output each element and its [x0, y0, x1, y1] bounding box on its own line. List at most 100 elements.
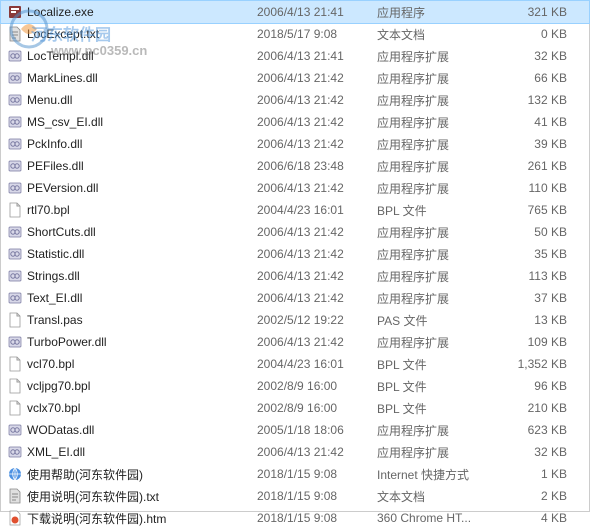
file-type: 应用程序扩展	[377, 246, 492, 263]
file-date: 2006/6/18 23:48	[257, 159, 377, 173]
file-type: 应用程序扩展	[377, 268, 492, 285]
file-size: 132 KB	[492, 93, 575, 107]
file-name: vcl70.bpl	[27, 357, 257, 371]
file-name: LocExcept.txt	[27, 27, 257, 41]
file-size: 32 KB	[492, 49, 575, 63]
file-row[interactable]: MarkLines.dll2006/4/13 21:42应用程序扩展66 KB	[1, 67, 589, 89]
file-name: rtl70.bpl	[27, 203, 257, 217]
file-date: 2018/1/15 9:08	[257, 467, 377, 481]
file-row[interactable]: Strings.dll2006/4/13 21:42应用程序扩展113 KB	[1, 265, 589, 287]
file-date: 2004/4/23 16:01	[257, 203, 377, 217]
file-row[interactable]: 使用帮助(河东软件园)2018/1/15 9:08Internet 快捷方式1 …	[1, 463, 589, 485]
file-row[interactable]: WODatas.dll2005/1/18 18:06应用程序扩展623 KB	[1, 419, 589, 441]
file-row[interactable]: Menu.dll2006/4/13 21:42应用程序扩展132 KB	[1, 89, 589, 111]
file-name: PckInfo.dll	[27, 137, 257, 151]
file-size: 261 KB	[492, 159, 575, 173]
file-size: 37 KB	[492, 291, 575, 305]
file-name: PEVersion.dll	[27, 181, 257, 195]
file-type: 应用程序扩展	[377, 136, 492, 153]
file-name: Strings.dll	[27, 269, 257, 283]
file-row[interactable]: LocTempl.dll2006/4/13 21:41应用程序扩展32 KB	[1, 45, 589, 67]
file-type: 应用程序扩展	[377, 290, 492, 307]
file-row[interactable]: XML_EI.dll2006/4/13 21:42应用程序扩展32 KB	[1, 441, 589, 463]
file-size: 41 KB	[492, 115, 575, 129]
file-type: 应用程序扩展	[377, 180, 492, 197]
file-type: 应用程序扩展	[377, 334, 492, 351]
file-name: Localize.exe	[27, 5, 257, 19]
url-icon	[7, 466, 23, 482]
file-row[interactable]: vclx70.bpl2002/8/9 16:00BPL 文件210 KB	[1, 397, 589, 419]
file-row[interactable]: TurboPower.dll2006/4/13 21:42应用程序扩展109 K…	[1, 331, 589, 353]
file-type: 360 Chrome HT...	[377, 511, 492, 525]
file-type: 应用程序扩展	[377, 158, 492, 175]
file-row[interactable]: LocExcept.txt2018/5/17 9:08文本文档0 KB	[1, 23, 589, 45]
file-name: Transl.pas	[27, 313, 257, 327]
dll-icon	[7, 268, 23, 284]
file-row[interactable]: MS_csv_EI.dll2006/4/13 21:42应用程序扩展41 KB	[1, 111, 589, 133]
file-type: 应用程序扩展	[377, 92, 492, 109]
file-row[interactable]: Localize.exe2006/4/13 21:41应用程序321 KB	[1, 1, 589, 23]
file-row[interactable]: vcljpg70.bpl2002/8/9 16:00BPL 文件96 KB	[1, 375, 589, 397]
file-size: 50 KB	[492, 225, 575, 239]
file-row[interactable]: vcl70.bpl2004/4/23 16:01BPL 文件1,352 KB	[1, 353, 589, 375]
file-row[interactable]: 使用说明(河东软件园).txt2018/1/15 9:08文本文档2 KB	[1, 485, 589, 507]
file-type: BPL 文件	[377, 400, 492, 417]
file-size: 35 KB	[492, 247, 575, 261]
file-date: 2006/4/13 21:42	[257, 225, 377, 239]
file-size: 321 KB	[492, 5, 575, 19]
file-size: 0 KB	[492, 27, 575, 41]
file-type: BPL 文件	[377, 202, 492, 219]
file-size: 96 KB	[492, 379, 575, 393]
file-row[interactable]: PEFiles.dll2006/6/18 23:48应用程序扩展261 KB	[1, 155, 589, 177]
txt-icon	[7, 26, 23, 42]
file-date: 2002/5/12 19:22	[257, 313, 377, 327]
file-type: 应用程序扩展	[377, 70, 492, 87]
file-name: Menu.dll	[27, 93, 257, 107]
bpl-icon	[7, 202, 23, 218]
file-name: Text_EI.dll	[27, 291, 257, 305]
file-date: 2005/1/18 18:06	[257, 423, 377, 437]
file-date: 2006/4/13 21:42	[257, 335, 377, 349]
file-type: BPL 文件	[377, 356, 492, 373]
file-row[interactable]: PckInfo.dll2006/4/13 21:42应用程序扩展39 KB	[1, 133, 589, 155]
file-row[interactable]: Transl.pas2002/5/12 19:22PAS 文件13 KB	[1, 309, 589, 331]
file-name: 下载说明(河东软件园).htm	[27, 510, 257, 527]
file-name: vclx70.bpl	[27, 401, 257, 415]
file-date: 2006/4/13 21:41	[257, 5, 377, 19]
file-size: 113 KB	[492, 269, 575, 283]
file-date: 2006/4/13 21:42	[257, 181, 377, 195]
file-row[interactable]: rtl70.bpl2004/4/23 16:01BPL 文件765 KB	[1, 199, 589, 221]
dll-icon	[7, 70, 23, 86]
file-size: 1,352 KB	[492, 357, 575, 371]
file-name: XML_EI.dll	[27, 445, 257, 459]
bpl-icon	[7, 356, 23, 372]
file-type: BPL 文件	[377, 378, 492, 395]
file-size: 32 KB	[492, 445, 575, 459]
file-row[interactable]: 下载说明(河东软件园).htm2018/1/15 9:08360 Chrome …	[1, 507, 589, 529]
dll-icon	[7, 290, 23, 306]
dll-icon	[7, 48, 23, 64]
file-type: 应用程序扩展	[377, 114, 492, 131]
file-row[interactable]: ShortCuts.dll2006/4/13 21:42应用程序扩展50 KB	[1, 221, 589, 243]
file-size: 2 KB	[492, 489, 575, 503]
file-row[interactable]: Text_EI.dll2006/4/13 21:42应用程序扩展37 KB	[1, 287, 589, 309]
file-name: MS_csv_EI.dll	[27, 115, 257, 129]
file-date: 2002/8/9 16:00	[257, 379, 377, 393]
dll-icon	[7, 444, 23, 460]
exe-icon	[7, 4, 23, 20]
file-size: 210 KB	[492, 401, 575, 415]
file-row[interactable]: PEVersion.dll2006/4/13 21:42应用程序扩展110 KB	[1, 177, 589, 199]
file-name: MarkLines.dll	[27, 71, 257, 85]
file-date: 2006/4/13 21:42	[257, 269, 377, 283]
file-type: 应用程序扩展	[377, 48, 492, 65]
file-date: 2002/8/9 16:00	[257, 401, 377, 415]
file-type: 文本文档	[377, 26, 492, 43]
file-name: LocTempl.dll	[27, 49, 257, 63]
pas-icon	[7, 312, 23, 328]
file-name: ShortCuts.dll	[27, 225, 257, 239]
file-size: 110 KB	[492, 181, 575, 195]
txt-icon	[7, 488, 23, 504]
htm-icon	[7, 510, 23, 526]
file-row[interactable]: Statistic.dll2006/4/13 21:42应用程序扩展35 KB	[1, 243, 589, 265]
file-date: 2006/4/13 21:42	[257, 445, 377, 459]
